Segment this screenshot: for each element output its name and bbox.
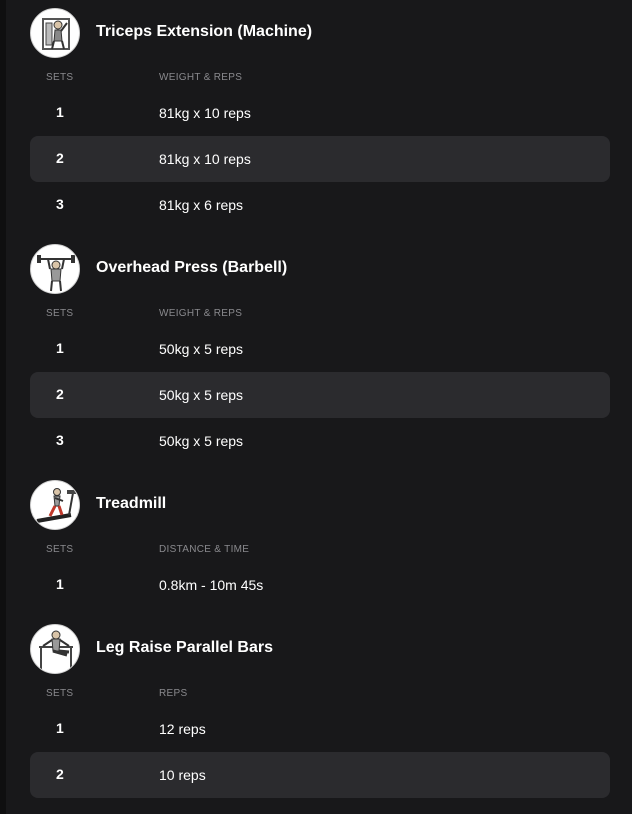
set-value: 81kg x 10 reps (159, 105, 251, 121)
set-number: 1 (56, 104, 64, 120)
sets-column-label: SETS (46, 72, 74, 83)
set-row: 3 50kg x 5 reps (30, 418, 610, 464)
sets-column-label: SETS (46, 544, 74, 555)
sets-column-label: SETS (46, 688, 74, 699)
exercise-title[interactable]: Leg Raise Parallel Bars (96, 639, 273, 657)
left-edge-strip (0, 0, 6, 814)
set-value: 81kg x 10 reps (159, 151, 251, 167)
treadmill-icon[interactable] (30, 480, 80, 530)
exercise-title[interactable]: Triceps Extension (Machine) (96, 23, 312, 41)
column-headers: SETS WEIGHT & REPS (30, 64, 610, 90)
set-value: 50kg x 5 reps (159, 341, 244, 357)
exercise-header[interactable]: Leg Raise Parallel Bars (30, 624, 610, 676)
exercise-card: Triceps Extension (Machine) SETS WEIGHT … (30, 8, 610, 228)
set-value: 81kg x 6 reps (159, 197, 244, 213)
set-row: 1 0.8km - 10m 45s (30, 562, 610, 608)
exercise-card: Treadmill SETS DISTANCE & TIME 1 0.8km -… (30, 480, 610, 608)
column-headers: SETS DISTANCE & TIME (30, 536, 610, 562)
set-number: 2 (56, 766, 64, 782)
set-number: 1 (56, 720, 64, 736)
value-column-label: DISTANCE & TIME (159, 544, 250, 555)
set-value: 0.8km - 10m 45s (159, 577, 264, 593)
set-number: 3 (56, 432, 64, 448)
value-column-label: REPS (159, 688, 188, 699)
set-row: 2 50kg x 5 reps (30, 372, 610, 418)
leg-raise-parallel-bars-icon[interactable] (30, 624, 80, 674)
set-number: 1 (56, 340, 64, 356)
sets-column-label: SETS (46, 308, 74, 319)
value-column-label: WEIGHT & REPS (159, 72, 243, 83)
column-headers: SETS REPS (30, 680, 610, 706)
set-value: 50kg x 5 reps (159, 387, 244, 403)
exercise-title[interactable]: Treadmill (96, 495, 166, 513)
exercise-title[interactable]: Overhead Press (Barbell) (96, 259, 287, 277)
set-row: 2 81kg x 10 reps (30, 136, 610, 182)
set-number: 2 (56, 386, 64, 402)
exercise-header[interactable]: Overhead Press (Barbell) (30, 244, 610, 296)
triceps-extension-machine-icon[interactable] (30, 8, 80, 58)
exercise-header[interactable]: Treadmill (30, 480, 610, 532)
set-number: 1 (56, 576, 64, 592)
overhead-press-barbell-icon[interactable] (30, 244, 80, 294)
exercise-card: Leg Raise Parallel Bars SETS REPS 1 12 r… (30, 624, 610, 798)
exercise-card: Overhead Press (Barbell) SETS WEIGHT & R… (30, 244, 610, 464)
set-value: 12 reps (159, 721, 206, 737)
set-number: 3 (56, 196, 64, 212)
set-value: 50kg x 5 reps (159, 433, 244, 449)
set-row: 1 12 reps (30, 706, 610, 752)
set-number: 2 (56, 150, 64, 166)
set-row: 1 81kg x 10 reps (30, 90, 610, 136)
set-value: 10 reps (159, 767, 206, 783)
set-row: 2 10 reps (30, 752, 610, 798)
set-row: 3 81kg x 6 reps (30, 182, 610, 228)
exercise-header[interactable]: Triceps Extension (Machine) (30, 8, 610, 60)
set-row: 1 50kg x 5 reps (30, 326, 610, 372)
value-column-label: WEIGHT & REPS (159, 308, 243, 319)
column-headers: SETS WEIGHT & REPS (30, 300, 610, 326)
